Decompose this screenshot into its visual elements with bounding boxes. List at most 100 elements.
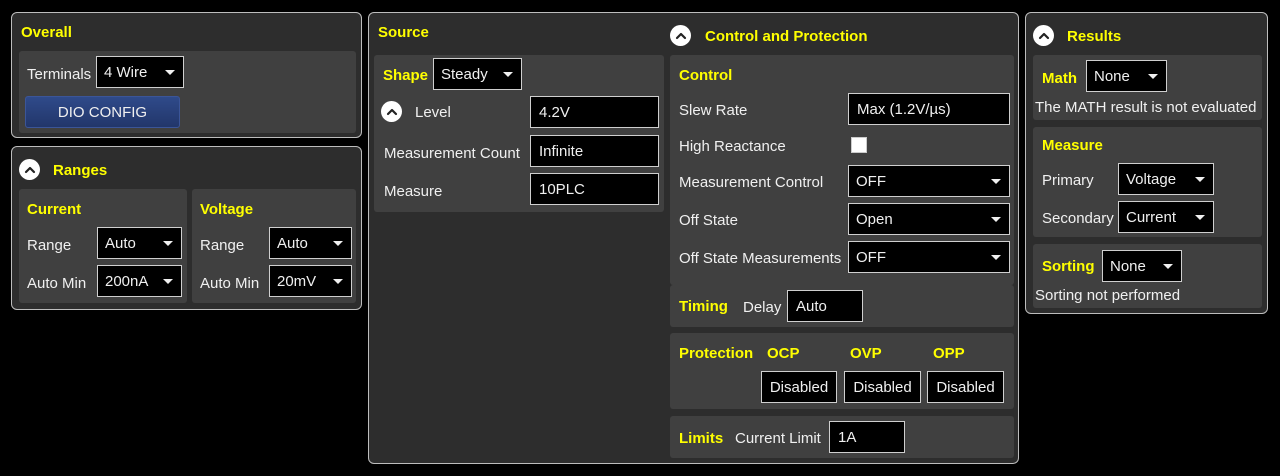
current-range-title: Current	[27, 201, 82, 218]
protection-subpanel: Protection OCP OVP OPP Disabled Disabled…	[670, 333, 1014, 409]
high-reactance-label: High Reactance	[679, 138, 786, 155]
measurement-count-label: Measurement Count	[384, 145, 520, 162]
math-note: The MATH result is not evaluated	[1035, 99, 1257, 116]
source-subpanel: Shape Steady Level 4.2V Measurement Coun…	[374, 55, 664, 212]
shape-title: Shape	[383, 67, 429, 84]
ranges-panel: Ranges Current Range Auto Auto Min 200nA…	[11, 146, 362, 310]
voltage-automin-label: Auto Min	[200, 275, 260, 292]
control-title: Control	[679, 67, 733, 84]
terminals-dropdown[interactable]: 4 Wire	[96, 56, 184, 88]
math-title: Math	[1042, 70, 1077, 87]
current-limit-input[interactable]: 1A	[829, 421, 905, 453]
sorting-title: Sorting	[1042, 258, 1095, 275]
off-state-measurements-label: Off State Measurements	[679, 250, 842, 267]
source-control-panel: Source Shape Steady Level 4.2V Measureme…	[368, 12, 1019, 464]
limits-title: Limits	[679, 430, 724, 447]
protection-title: Protection	[679, 345, 754, 362]
timing-subpanel: Timing Delay Auto	[670, 285, 1014, 327]
shape-value: Steady	[441, 65, 488, 83]
voltage-range-label: Range	[200, 237, 245, 254]
secondary-dropdown[interactable]: Current	[1118, 201, 1214, 233]
primary-value: Voltage	[1126, 170, 1177, 188]
caret-down-icon	[503, 72, 513, 77]
caret-down-icon	[991, 179, 1001, 184]
slew-rate-label: Slew Rate	[679, 102, 748, 119]
caret-down-icon	[165, 70, 175, 75]
overall-title: Overall	[21, 24, 72, 41]
current-range-label: Range	[27, 237, 72, 254]
caret-down-icon	[333, 279, 343, 284]
ovp-button[interactable]: Disabled	[844, 371, 921, 403]
ocp-button[interactable]: Disabled	[761, 371, 837, 403]
measurement-count-input[interactable]: Infinite	[530, 135, 659, 167]
off-state-label: Off State	[679, 212, 738, 229]
off-state-dropdown[interactable]: Open	[848, 203, 1010, 235]
high-reactance-checkbox[interactable]	[851, 137, 867, 153]
limits-subpanel: Limits Current Limit 1A	[670, 416, 1014, 458]
secondary-value: Current	[1126, 208, 1177, 226]
results-panel: Results Math None The MATH result is not…	[1025, 12, 1268, 314]
sorting-value: None	[1110, 257, 1146, 275]
voltage-range-group: Voltage Range Auto Auto Min 20mV	[192, 189, 356, 303]
level-collapse-icon[interactable]	[381, 101, 402, 122]
measure-label: Measure	[384, 183, 443, 200]
overall-subpanel: Terminals 4 Wire DIO CONFIG	[19, 51, 356, 133]
off-state-value: Open	[856, 210, 893, 228]
voltage-range-dropdown[interactable]: Auto	[269, 227, 352, 259]
voltage-range-title: Voltage	[200, 201, 254, 218]
overall-panel: Overall Terminals 4 Wire DIO CONFIG	[11, 12, 362, 138]
measurement-control-label: Measurement Control	[679, 174, 824, 191]
off-state-measurements-value: OFF	[856, 248, 886, 266]
caret-down-icon	[1148, 74, 1158, 79]
caret-down-icon	[333, 241, 343, 246]
caret-down-icon	[163, 279, 173, 284]
opp-button[interactable]: Disabled	[927, 371, 1004, 403]
voltage-automin-value: 20mV	[277, 272, 317, 290]
ranges-collapse-icon[interactable]	[19, 159, 40, 180]
current-range-value: Auto	[105, 234, 136, 252]
measure-input[interactable]: 10PLC	[530, 173, 659, 205]
sorting-subpanel: Sorting None Sorting not performed	[1033, 244, 1262, 308]
current-range-dropdown[interactable]: Auto	[97, 227, 182, 259]
voltage-automin-dropdown[interactable]: 20mV	[269, 265, 352, 297]
terminals-label: Terminals	[27, 66, 92, 83]
control-subpanel: Control Slew Rate Max (1.2V/µs) High Rea…	[670, 55, 1014, 285]
results-collapse-icon[interactable]	[1033, 25, 1054, 46]
opp-title: OPP	[933, 345, 965, 362]
caret-down-icon	[1195, 177, 1205, 182]
ranges-title: Ranges	[53, 162, 108, 179]
caret-down-icon	[991, 217, 1001, 222]
ocp-title: OCP	[767, 345, 800, 362]
control-protection-collapse-icon[interactable]	[670, 25, 691, 46]
dio-config-button[interactable]: DIO CONFIG	[25, 96, 180, 128]
sorting-note: Sorting not performed	[1035, 287, 1181, 304]
results-title: Results	[1067, 28, 1122, 45]
terminals-value: 4 Wire	[104, 63, 148, 81]
slew-rate-input[interactable]: Max (1.2V/µs)	[848, 93, 1010, 125]
caret-down-icon	[163, 241, 173, 246]
current-automin-dropdown[interactable]: 200nA	[97, 265, 182, 297]
level-input[interactable]: 4.2V	[530, 96, 659, 128]
measure-subpanel: Measure Primary Voltage Secondary Curren…	[1033, 127, 1262, 237]
voltage-range-value: Auto	[277, 234, 308, 252]
measurement-control-dropdown[interactable]: OFF	[848, 165, 1010, 197]
primary-dropdown[interactable]: Voltage	[1118, 163, 1214, 195]
delay-input[interactable]: Auto	[787, 290, 863, 322]
measurement-control-value: OFF	[856, 172, 886, 190]
caret-down-icon	[1195, 215, 1205, 220]
current-automin-label: Auto Min	[27, 275, 87, 292]
caret-down-icon	[1163, 264, 1173, 269]
delay-label: Delay	[743, 299, 782, 316]
sorting-dropdown[interactable]: None	[1102, 250, 1182, 282]
level-label: Level	[415, 104, 451, 121]
secondary-label: Secondary	[1042, 210, 1114, 227]
source-title: Source	[378, 24, 429, 41]
primary-label: Primary	[1042, 172, 1094, 189]
caret-down-icon	[991, 255, 1001, 260]
shape-dropdown[interactable]: Steady	[433, 58, 522, 90]
math-dropdown[interactable]: None	[1086, 60, 1167, 92]
control-protection-title: Control and Protection	[705, 28, 868, 45]
current-automin-value: 200nA	[105, 272, 149, 290]
math-subpanel: Math None The MATH result is not evaluat…	[1033, 55, 1262, 120]
off-state-measurements-dropdown[interactable]: OFF	[848, 241, 1010, 273]
